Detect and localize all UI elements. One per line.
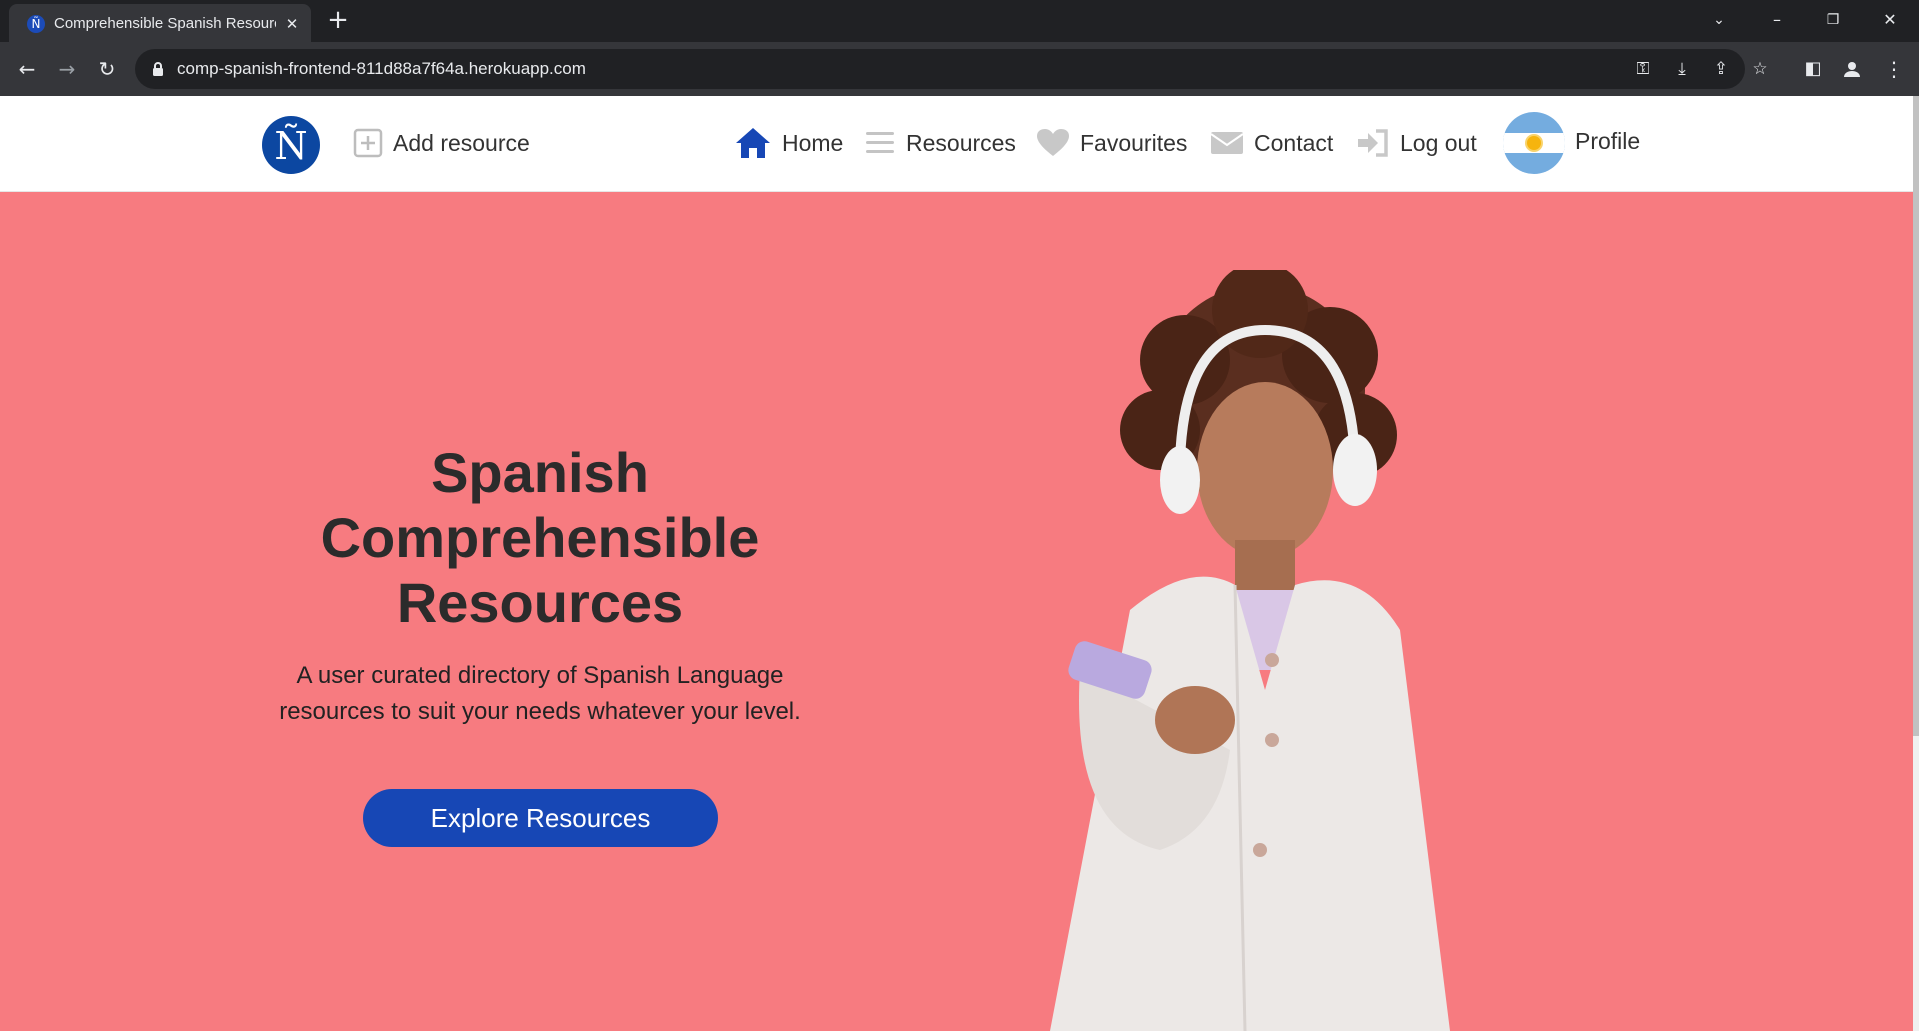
hero-title-line-2: Comprehensible [320,506,760,569]
hero-title-line-1: Spanish [431,441,649,504]
close-window-icon[interactable]: ✕ [1878,8,1902,32]
explore-resources-button[interactable]: Explore Resources [363,789,718,847]
nav-resources[interactable]: Resources [864,122,1016,164]
restore-icon[interactable]: ❐ [1821,8,1845,32]
hero-title: Spanish Comprehensible Resources [240,440,840,635]
menu-dots-icon[interactable]: ⋮ [1880,55,1908,83]
envelope-icon [1210,132,1244,154]
nav-add-resource-label: Add resource [393,129,530,156]
address-bar[interactable]: comp-spanish-frontend-811d88a7f64a.herok… [135,49,1768,89]
forward-icon[interactable]: → [53,55,81,83]
new-tab-icon[interactable]: + [326,7,350,33]
close-tab-icon[interactable]: ✕ [282,14,302,34]
sun-of-may-icon [1527,136,1541,150]
nav-resources-label: Resources [906,129,1016,156]
nav-favourites[interactable]: Favourites [1036,122,1187,164]
minimize-icon[interactable]: – [1765,8,1789,32]
side-panel-icon[interactable]: ◧ [1799,55,1827,83]
share-icon[interactable]: ⇪ [1709,57,1733,81]
nav-profile[interactable]: Profile [1575,120,1640,162]
nav-home-label: Home [782,129,844,156]
nav-logout[interactable]: Log out [1356,122,1477,164]
page-scrollbar-thumb[interactable] [1913,96,1919,736]
key-icon[interactable]: ⚿ [1631,57,1655,81]
url-text: comp-spanish-frontend-811d88a7f64a.herok… [177,59,586,78]
browser-tab-strip: Ñ Comprehensible Spanish Resources ✕ + ⌄… [0,0,1919,42]
tab-search-icon[interactable]: ⌄ [1707,8,1731,32]
back-icon[interactable]: ← [13,55,41,83]
nav-add-resource[interactable]: Add resource [353,122,530,164]
browser-tab[interactable]: Ñ Comprehensible Spanish Resources ✕ [9,4,311,42]
hero-title-line-3: Resources [396,571,684,634]
nav-home[interactable]: Home [734,122,843,164]
list-icon [866,132,894,153]
browser-toolbar: ← → ↻ comp-spanish-frontend-811d88a7f64a… [0,42,1919,96]
bookmark-star-icon[interactable]: ☆ [1748,57,1772,81]
plus-square-icon [353,128,383,158]
nav-profile-label: Profile [1575,127,1641,154]
lock-icon [153,62,163,76]
profile-avatar[interactable] [1503,112,1565,174]
home-icon [736,128,770,158]
tab-title: Comprehensible Spanish Resources [54,15,276,32]
nav-contact[interactable]: Contact [1210,122,1333,164]
sign-out-icon [1358,129,1388,157]
hero-subtitle: A user curated directory of Spanish Lang… [279,662,801,725]
hero-woman-image [1050,270,1450,1031]
nav-favourites-label: Favourites [1080,129,1188,156]
nav-contact-label: Contact [1254,129,1334,156]
install-icon[interactable]: ⤓ [1670,57,1694,81]
reload-icon[interactable]: ↻ [93,55,121,83]
tab-favicon-icon: Ñ [27,15,45,33]
site-logo[interactable]: Ñ [262,116,320,174]
site-navbar: Ñ Add resource Home Resources Favourites [0,96,1919,192]
profile-account-icon[interactable] [1843,60,1861,78]
heart-icon [1037,129,1069,156]
nav-logout-label: Log out [1400,129,1477,156]
